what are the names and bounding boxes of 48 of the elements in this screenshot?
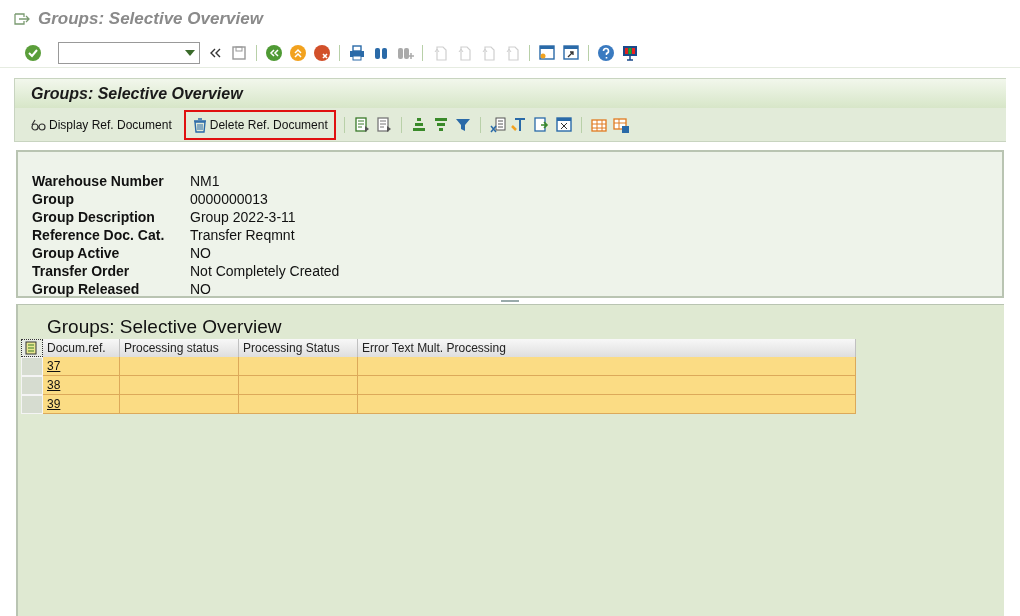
select-all-icon[interactable] xyxy=(352,115,371,134)
table-title: Groups: Selective Overview xyxy=(46,315,283,339)
up-icon[interactable] xyxy=(289,43,307,62)
column-header[interactable]: Processing status xyxy=(120,339,239,357)
link-cell[interactable]: 37 xyxy=(43,357,120,376)
trash-icon xyxy=(191,116,208,133)
select-all-icon[interactable] xyxy=(25,341,39,355)
field-value: Group 2022-3-11 xyxy=(190,208,297,226)
field-label: Reference Doc. Cat. xyxy=(32,226,166,244)
field-label: Group Released xyxy=(32,280,141,298)
toolbar-button[interactable]: Display Ref. Document xyxy=(23,109,180,140)
column-header[interactable]: Error Text Mult. Processing xyxy=(358,339,856,357)
field-label: Warehouse Number xyxy=(32,172,165,190)
dropdown-arrow-icon xyxy=(185,49,195,56)
spreadsheet-icon[interactable] xyxy=(488,115,507,134)
field-label: Group Description xyxy=(32,208,156,226)
save-icon[interactable] xyxy=(230,43,248,62)
export-icon[interactable] xyxy=(532,115,551,134)
link-cell[interactable]: 39 xyxy=(43,395,120,414)
shortcut-icon[interactable] xyxy=(562,43,580,62)
field-value: NO xyxy=(190,280,212,298)
field-value: 0000000013 xyxy=(190,190,269,208)
column-header[interactable]: Processing Status xyxy=(239,339,358,357)
grid-save-icon[interactable] xyxy=(611,115,630,134)
printer-icon[interactable] xyxy=(348,43,366,62)
field-label: Transfer Order xyxy=(32,262,131,280)
field-label: Group xyxy=(32,190,75,208)
column-header[interactable]: Docum.ref. xyxy=(43,339,120,357)
panel-title: Groups: Selective Overview xyxy=(31,83,243,104)
back-icon[interactable] xyxy=(265,43,283,62)
exit-icon xyxy=(14,12,30,26)
field-label: Group Active xyxy=(32,244,121,262)
window-title: Groups: Selective Overview xyxy=(38,8,263,31)
field-value: NM1 xyxy=(190,172,221,190)
field-value: Transfer Reqmnt xyxy=(190,226,296,244)
link-cell[interactable]: 38 xyxy=(43,376,120,395)
toolbar-button[interactable]: Delete Ref. Document xyxy=(183,109,336,140)
new-window-icon[interactable] xyxy=(538,43,556,62)
field-value: Not Completely Created xyxy=(190,262,341,280)
check-icon[interactable] xyxy=(24,43,42,62)
cancel-icon[interactable] xyxy=(313,43,331,62)
field-value: NO xyxy=(190,244,212,262)
deselect-all-icon[interactable] xyxy=(374,115,393,134)
splitter-handle-icon[interactable] xyxy=(501,300,519,302)
help-icon[interactable] xyxy=(597,43,615,62)
monitor-icon[interactable] xyxy=(621,43,639,62)
command-field[interactable] xyxy=(58,41,200,64)
print-preview-icon[interactable] xyxy=(554,115,573,134)
